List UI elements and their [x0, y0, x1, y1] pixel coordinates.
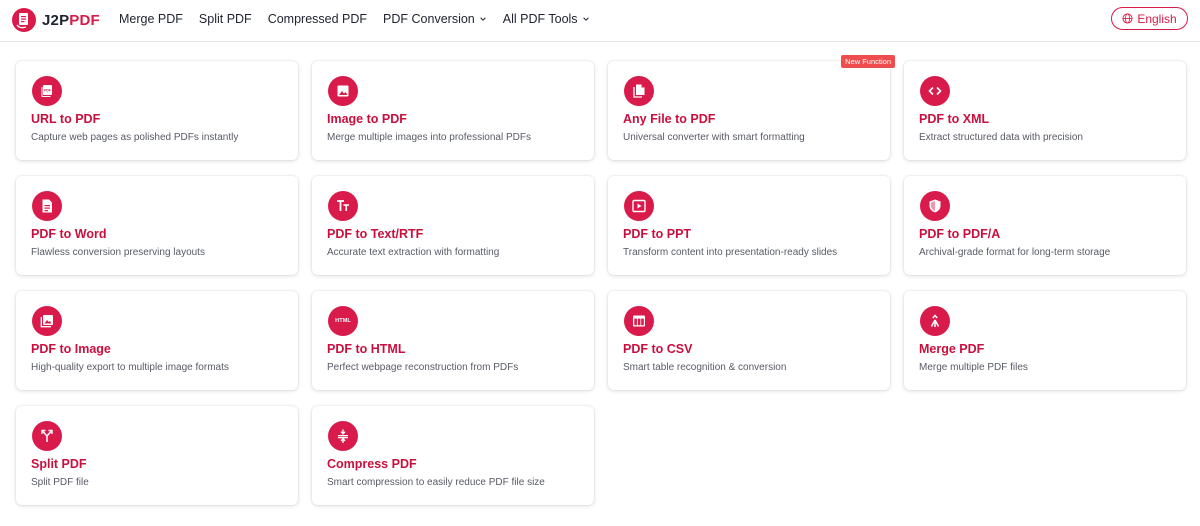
tool-card-pdf-to-image[interactable]: PDF to Image High-quality export to mult…	[16, 291, 298, 390]
nav-split-pdf[interactable]: Split PDF	[199, 12, 252, 26]
slideshow-icon	[624, 191, 654, 221]
tool-title: PDF to Text/RTF	[327, 227, 424, 241]
tool-card-pdf-to-xml[interactable]: PDF to XML Extract structured data with …	[904, 61, 1186, 160]
tool-description: Split PDF file	[31, 477, 89, 488]
tool-card-any-file-to-pdf[interactable]: New Function Any File to PDF Universal c…	[608, 55, 895, 160]
brand-logo[interactable]: J2PPDF	[12, 6, 100, 34]
top-navbar: J2PPDF Merge PDF Split PDF Compressed PD…	[0, 0, 1200, 42]
nav-compressed-pdf[interactable]: Compressed PDF	[268, 12, 367, 26]
tools-grid: PDF URL to PDF Capture web pages as poli…	[16, 55, 1186, 505]
tool-description: Archival-grade format for long-term stor…	[919, 247, 1111, 258]
tool-description: Capture web pages as polished PDFs insta…	[31, 132, 239, 143]
svg-text:PDF: PDF	[44, 89, 51, 93]
nav-all-pdf-tools-dropdown[interactable]: All PDF Tools	[503, 12, 590, 26]
tool-description: Extract structured data with precision	[919, 132, 1083, 143]
tool-description: Transform content into presentation-read…	[623, 247, 838, 258]
nav-merge-pdf[interactable]: Merge PDF	[119, 12, 183, 26]
html-icon: HTML	[328, 306, 358, 336]
tool-card-url-to-pdf[interactable]: PDF URL to PDF Capture web pages as poli…	[16, 61, 298, 160]
tool-description: Flawless conversion preserving layouts	[31, 247, 205, 258]
tool-title: PDF to Word	[31, 227, 107, 241]
pdf-file-icon: PDF	[32, 76, 62, 106]
tool-description: Universal converter with smart formattin…	[623, 132, 805, 143]
files-icon	[624, 76, 654, 106]
tool-card-pdf-to-pdfa[interactable]: PDF to PDF/A Archival-grade format for l…	[904, 176, 1186, 275]
language-label: English	[1137, 11, 1177, 26]
tool-title: PDF to CSV	[623, 342, 693, 356]
photo-library-icon	[32, 306, 62, 336]
image-icon	[328, 76, 358, 106]
tool-title: PDF to XML	[919, 112, 990, 126]
tool-title: PDF to PDF/A	[919, 227, 1001, 241]
tool-card-pdf-to-text-rtf[interactable]: PDF to Text/RTF Accurate text extraction…	[312, 176, 594, 275]
code-icon	[920, 76, 950, 106]
split-icon	[32, 421, 62, 451]
tool-title: Any File to PDF	[623, 112, 716, 126]
tool-card-merge-pdf[interactable]: Merge PDF Merge multiple PDF files	[904, 291, 1186, 390]
chevron-down-icon	[582, 17, 589, 21]
tool-description: Accurate text extraction with formatting	[327, 247, 500, 258]
language-selector[interactable]: English	[1111, 7, 1188, 30]
tool-card-pdf-to-csv[interactable]: PDF to CSV Smart table recognition & con…	[608, 291, 890, 390]
tool-title: Split PDF	[31, 457, 87, 471]
new-function-badge: New Function	[841, 55, 895, 68]
logo-icon	[12, 8, 36, 32]
tool-card-pdf-to-word[interactable]: PDF to Word Flawless conversion preservi…	[16, 176, 298, 275]
tool-card-split-pdf[interactable]: Split PDF Split PDF file	[16, 406, 298, 505]
tool-title: PDF to HTML	[327, 342, 406, 356]
tool-card-image-to-pdf[interactable]: Image to PDF Merge multiple images into …	[312, 61, 594, 160]
tool-title: Image to PDF	[327, 112, 407, 126]
shield-icon	[920, 191, 950, 221]
brand-name: J2PPDF	[42, 11, 100, 29]
document-icon	[32, 191, 62, 221]
main-nav: Merge PDF Split PDF Compressed PDF PDF C…	[119, 0, 606, 38]
tool-title: Merge PDF	[919, 342, 985, 356]
tool-card-pdf-to-html[interactable]: HTML PDF to HTML Perfect webpage reconst…	[312, 291, 594, 390]
tool-card-compress-pdf[interactable]: Compress PDF Smart compression to easily…	[312, 406, 594, 505]
tool-description: Smart compression to easily reduce PDF f…	[327, 477, 545, 488]
tool-description: Merge multiple PDF files	[919, 362, 1028, 373]
nav-pdf-conversion-dropdown[interactable]: PDF Conversion	[383, 12, 487, 26]
tool-description: Merge multiple images into professional …	[327, 132, 531, 143]
tool-title: PDF to PPT	[623, 227, 692, 241]
tool-description: Perfect webpage reconstruction from PDFs	[327, 362, 519, 373]
table-icon	[624, 306, 654, 336]
tool-description: High-quality export to multiple image fo…	[31, 362, 229, 373]
tool-title: URL to PDF	[31, 112, 101, 126]
tool-title: PDF to Image	[31, 342, 111, 356]
merge-icon	[920, 306, 950, 336]
tool-description: Smart table recognition & conversion	[623, 362, 787, 373]
globe-icon	[1122, 13, 1133, 24]
tool-title: Compress PDF	[327, 457, 417, 471]
compress-icon	[328, 421, 358, 451]
tool-card-pdf-to-ppt[interactable]: PDF to PPT Transform content into presen…	[608, 176, 890, 275]
text-format-icon	[328, 191, 358, 221]
chevron-down-icon	[479, 17, 486, 21]
